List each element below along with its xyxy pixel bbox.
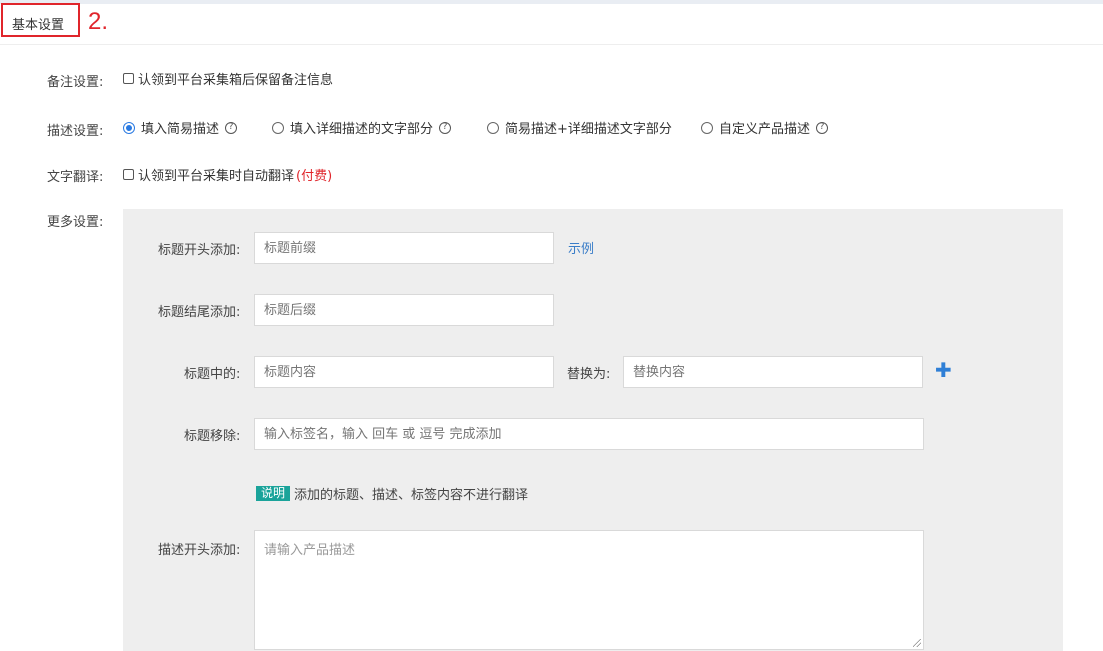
more-settings-label: 更多设置: <box>47 215 104 230</box>
description-option-label: 填入详细描述的文字部分 <box>290 122 434 137</box>
title-prefix-label: 标题开头添加: <box>158 243 241 258</box>
description-option-combined[interactable]: 简易描述+详细描述文字部分 <box>487 118 672 137</box>
replace-content-input[interactable] <box>623 356 923 388</box>
remark-option[interactable]: 认领到平台采集箱后保留备注信息 <box>123 69 333 88</box>
remark-checkbox-label: 认领到平台采集箱后保留备注信息 <box>138 73 334 88</box>
replace-with-label: 替换为: <box>567 367 611 382</box>
description-option-label: 自定义产品描述 <box>719 122 811 137</box>
translate-checkbox[interactable] <box>123 169 134 180</box>
radio-detailed-description[interactable] <box>272 121 284 134</box>
title-content-input[interactable] <box>254 356 554 388</box>
paid-badge: (付费) <box>296 169 333 184</box>
help-icon[interactable]: ? <box>225 121 238 134</box>
title-remove-label: 标题移除: <box>184 429 241 444</box>
description-prefix-textarea[interactable]: 请输入产品描述 <box>254 530 924 650</box>
title-suffix-input[interactable] <box>254 294 554 326</box>
annotation-step-number: 2. <box>88 8 109 35</box>
description-prefix-label: 描述开头添加: <box>158 543 241 558</box>
title-suffix-label: 标题结尾添加: <box>158 305 241 320</box>
remark-checkbox[interactable] <box>123 73 134 84</box>
example-link[interactable]: 示例 <box>568 238 594 257</box>
remark-label: 备注设置: <box>47 75 104 90</box>
note-badge: 说明 <box>256 486 291 501</box>
translate-checkbox-label: 认领到平台采集时自动翻译 <box>138 169 295 184</box>
title-prefix-input[interactable] <box>254 232 554 264</box>
description-option-custom[interactable]: 自定义产品描述 ? <box>701 118 829 137</box>
translate-option[interactable]: 认领到平台采集时自动翻译 (付费) <box>123 165 332 184</box>
title-remove-tag-input[interactable] <box>254 418 924 450</box>
description-option-simple[interactable]: 填入简易描述 ? <box>123 118 238 137</box>
annotation-highlight-box <box>1 3 80 37</box>
description-option-detailed[interactable]: 填入详细描述的文字部分 ? <box>272 118 452 137</box>
description-label: 描述设置: <box>47 124 104 139</box>
description-option-label: 填入简易描述 <box>141 122 220 137</box>
note-text: 添加的标题、描述、标签内容不进行翻译 <box>294 488 529 503</box>
description-prefix-placeholder: 请输入产品描述 <box>264 543 356 558</box>
translate-label: 文字翻译: <box>47 170 104 185</box>
add-rule-plus-icon[interactable]: ✚ <box>935 358 952 382</box>
section-header: 基本设置 <box>0 4 1103 45</box>
radio-simple-description[interactable] <box>123 121 135 134</box>
help-icon[interactable]: ? <box>816 121 829 134</box>
note-row: 说明 添加的标题、描述、标签内容不进行翻译 <box>256 484 528 503</box>
resize-grip-icon[interactable] <box>913 639 921 647</box>
title-replace-label: 标题中的: <box>184 367 241 382</box>
radio-combined-description[interactable] <box>487 121 499 134</box>
help-icon[interactable]: ? <box>439 121 452 134</box>
radio-custom-description[interactable] <box>701 121 713 134</box>
description-option-label: 简易描述+详细描述文字部分 <box>505 122 672 137</box>
